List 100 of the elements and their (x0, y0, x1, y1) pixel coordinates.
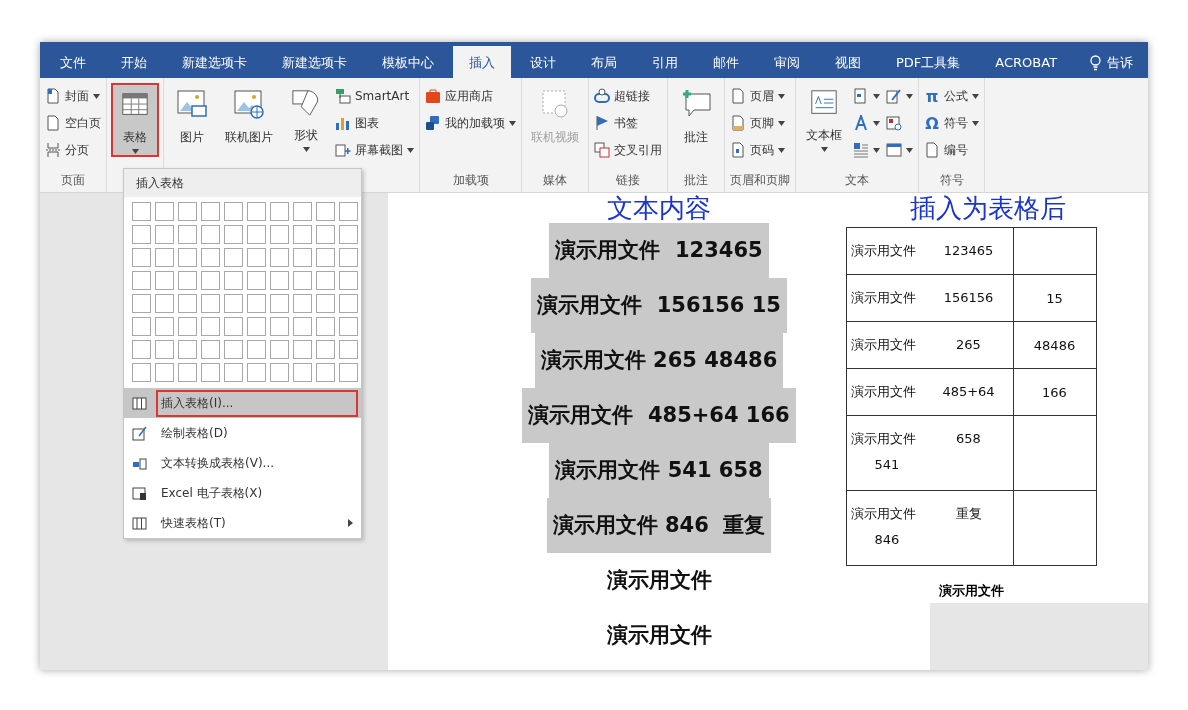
grid-cell[interactable] (178, 294, 197, 313)
ribbon-tab[interactable]: 审阅 (758, 48, 816, 78)
ribbon-tab[interactable]: 引用 (636, 48, 694, 78)
ribbon-tab[interactable]: 新建选项卡 (166, 48, 263, 78)
ribbon-tab[interactable]: 邮件 (697, 48, 755, 78)
ribbon-tab[interactable]: 开始 (105, 48, 163, 78)
grid-cell[interactable] (155, 248, 174, 267)
grid-cell[interactable] (155, 294, 174, 313)
ribbon-button[interactable]: 我的加载项 (425, 111, 516, 135)
grid-cell[interactable] (224, 294, 243, 313)
ribbon-tab[interactable]: 设计 (514, 48, 572, 78)
ribbon-button[interactable]: 页眉 (730, 84, 785, 108)
grid-cell[interactable] (178, 271, 197, 290)
grid-cell[interactable] (293, 294, 312, 313)
grid-cell[interactable] (339, 271, 358, 290)
grid-cell[interactable] (270, 248, 289, 267)
grid-cell[interactable] (293, 248, 312, 267)
grid-cell[interactable] (155, 317, 174, 336)
grid-cell[interactable] (201, 202, 220, 221)
grid-cell[interactable] (247, 317, 266, 336)
grid-cell[interactable] (155, 225, 174, 244)
menu-item[interactable]: Excel 电子表格(X) (124, 478, 361, 508)
grid-cell[interactable] (293, 271, 312, 290)
grid-cell[interactable] (270, 317, 289, 336)
grid-cell[interactable] (201, 340, 220, 359)
grid-cell[interactable] (339, 363, 358, 382)
tell-me-box[interactable]: 告诉 (1076, 48, 1134, 78)
grid-cell[interactable] (316, 363, 335, 382)
grid-cell[interactable] (339, 317, 358, 336)
grid-cell[interactable] (178, 248, 197, 267)
grid-cell[interactable] (339, 248, 358, 267)
grid-cell[interactable] (224, 202, 243, 221)
ribbon-button[interactable]: 页脚 (730, 111, 785, 135)
menu-item[interactable]: 绘制表格(D) (124, 418, 361, 448)
grid-cell[interactable] (247, 363, 266, 382)
grid-cell[interactable] (293, 225, 312, 244)
ribbon-button[interactable]: 分页 (45, 138, 101, 162)
grid-cell[interactable] (178, 340, 197, 359)
ribbon-button[interactable]: Ω 符号 (924, 111, 979, 135)
grid-cell[interactable] (224, 340, 243, 359)
grid-cell[interactable] (247, 225, 266, 244)
grid-cell[interactable] (270, 363, 289, 382)
ribbon-button[interactable]: 封面 (45, 84, 101, 108)
grid-cell[interactable] (224, 271, 243, 290)
ribbon-tab[interactable]: 模板中心 (366, 48, 450, 78)
grid-cell[interactable] (293, 340, 312, 359)
ribbon-button[interactable]: 表格 (112, 84, 158, 156)
ribbon-button[interactable]: 应用商店 (425, 84, 516, 108)
grid-cell[interactable] (339, 225, 358, 244)
grid-cell[interactable] (247, 271, 266, 290)
grid-cell[interactable] (224, 248, 243, 267)
ribbon-button[interactable]: 书签 (594, 111, 662, 135)
grid-cell[interactable] (178, 363, 197, 382)
grid-cell[interactable] (247, 202, 266, 221)
grid-cell[interactable] (132, 317, 151, 336)
ribbon-tab[interactable]: 文件 (44, 48, 102, 78)
ribbon-tab[interactable]: ACROBAT (979, 48, 1074, 78)
grid-cell[interactable] (316, 248, 335, 267)
ribbon-button[interactable]: 空白页 (45, 111, 101, 135)
grid-cell[interactable] (201, 363, 220, 382)
grid-cell[interactable] (132, 340, 151, 359)
grid-cell[interactable] (270, 294, 289, 313)
grid-cell[interactable] (132, 248, 151, 267)
grid-cell[interactable] (224, 225, 243, 244)
menu-item[interactable]: 插入表格(I)... (124, 388, 361, 418)
grid-cell[interactable] (293, 317, 312, 336)
grid-cell[interactable] (293, 202, 312, 221)
ribbon-button[interactable]: 页码 (730, 138, 785, 162)
ribbon-button[interactable]: 超链接 (594, 84, 662, 108)
grid-cell[interactable] (201, 225, 220, 244)
grid-cell[interactable] (316, 340, 335, 359)
ribbon-button[interactable]: 文本框 (801, 82, 847, 154)
grid-cell[interactable] (316, 225, 335, 244)
grid-cell[interactable] (201, 248, 220, 267)
grid-cell[interactable] (155, 271, 174, 290)
grid-cell[interactable] (132, 202, 151, 221)
ribbon-button[interactable]: 编号 (924, 138, 979, 162)
grid-cell[interactable] (247, 248, 266, 267)
grid-cell[interactable] (247, 340, 266, 359)
ribbon-tab[interactable]: 布局 (575, 48, 633, 78)
grid-cell[interactable] (132, 225, 151, 244)
ribbon-button[interactable]: 屏幕截图 (335, 138, 414, 162)
grid-cell[interactable] (201, 294, 220, 313)
grid-cell[interactable] (316, 294, 335, 313)
grid-cell[interactable] (270, 340, 289, 359)
grid-cell[interactable] (339, 202, 358, 221)
grid-cell[interactable] (224, 317, 243, 336)
grid-cell[interactable] (339, 294, 358, 313)
menu-item[interactable]: 快速表格(T) (124, 508, 361, 538)
grid-cell[interactable] (155, 340, 174, 359)
grid-cell[interactable] (201, 271, 220, 290)
ribbon-tab[interactable]: 视图 (819, 48, 877, 78)
grid-cell[interactable] (316, 317, 335, 336)
grid-cell[interactable] (224, 363, 243, 382)
ribbon-button[interactable]: 交叉引用 (594, 138, 662, 162)
grid-cell[interactable] (270, 202, 289, 221)
grid-cell[interactable] (293, 363, 312, 382)
grid-cell[interactable] (201, 317, 220, 336)
ribbon-button[interactable]: 联机图片 (221, 82, 277, 154)
ribbon-button[interactable]: SmartArt (335, 84, 414, 108)
